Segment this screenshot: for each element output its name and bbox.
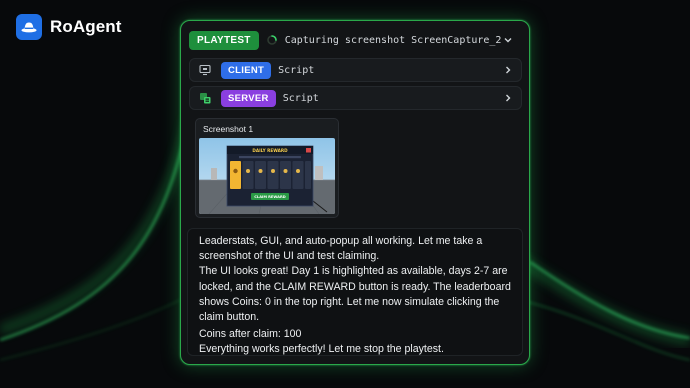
popup-title: DAILY REWARD (252, 148, 288, 153)
message-paragraph: Leaderstats, GUI, and auto-popup all wor… (199, 235, 483, 263)
client-script-row[interactable]: CLIENT Script (189, 58, 522, 82)
chevron-right-icon[interactable] (503, 93, 513, 103)
client-badge: CLIENT (221, 61, 272, 79)
server-script-label: Script (282, 92, 319, 104)
playtest-status: Capturing screenshot ScreenCapture_2 (284, 34, 502, 46)
playtest-row[interactable]: PLAYTEST Capturing screenshot ScreenCapt… (189, 29, 521, 51)
playtest-badge: PLAYTEST (189, 30, 259, 50)
monitor-icon (199, 64, 211, 76)
assistant-message: Leaderstats, GUI, and auto-popup all wor… (187, 228, 523, 356)
chevron-right-icon[interactable] (503, 65, 513, 75)
screenshot-thumbnail[interactable]: DAILY REWARD CLAIM REWARD (199, 138, 335, 214)
server-script-row[interactable]: SERVER Script (189, 86, 522, 110)
brand-logo: RoAgent (16, 14, 122, 40)
chevron-down-icon[interactable] (503, 35, 513, 45)
screenshot-card[interactable]: Screenshot 1 DAILY REWARD CLAIM REWARD (195, 118, 339, 218)
message-paragraph: Everything works perfectly! Let me stop … (199, 343, 444, 356)
server-badge: SERVER (221, 89, 276, 107)
message-paragraph: Coins after claim: 100 (199, 328, 302, 341)
brand-name: RoAgent (50, 17, 122, 36)
hat-icon (16, 14, 42, 40)
screenshot-title: Screenshot 1 (203, 124, 254, 134)
client-script-label: Script (278, 64, 315, 76)
spinner-icon (266, 35, 277, 45)
message-paragraph: The UI looks great! Day 1 is highlighted… (199, 265, 511, 324)
popup-claim-button: CLAIM REWARD (254, 195, 285, 199)
server-icon (200, 93, 211, 104)
